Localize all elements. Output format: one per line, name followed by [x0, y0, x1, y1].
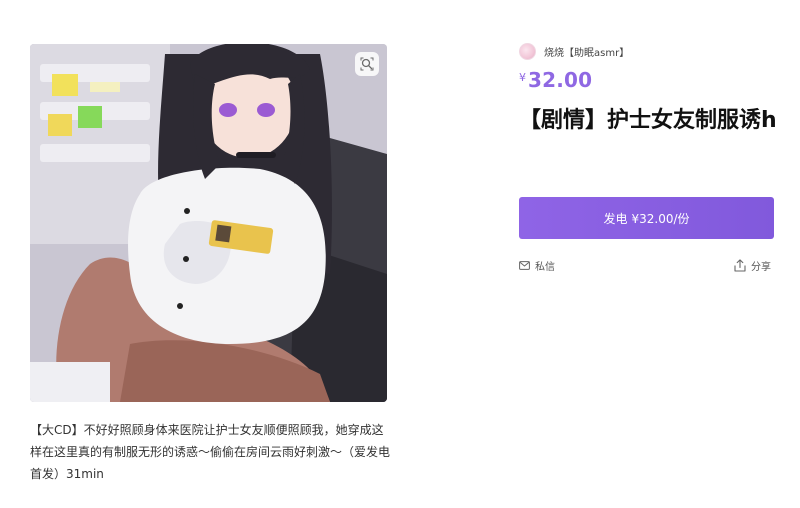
message-label: 私信 — [535, 262, 555, 273]
share-label: 分享 — [751, 262, 771, 273]
sponsor-button[interactable]: 发电 ¥32.00/份 — [519, 197, 774, 239]
product-illustration — [30, 44, 387, 402]
sponsor-label: 发电 — [603, 211, 628, 226]
share-button[interactable]: 分享 — [734, 258, 771, 273]
product-title: 【剧情】护士女友制服诱h — [519, 108, 777, 133]
share-icon — [734, 259, 746, 272]
creator-info[interactable]: 烧烧【助眠asmr】 — [519, 43, 629, 60]
creator-name[interactable]: 烧烧【助眠asmr】 — [544, 44, 629, 59]
avatar[interactable] — [519, 43, 536, 60]
product-page: 【大CD】不好好照顾身体来医院让护士女友顺便照顾我，她穿成这样在这里真的有制服无… — [0, 0, 800, 508]
zoom-button[interactable] — [355, 52, 379, 76]
message-button[interactable]: 私信 — [519, 258, 555, 273]
sponsor-price: ¥32.00/份 — [631, 211, 690, 226]
product-description: 【大CD】不好好照顾身体来医院让护士女友顺便照顾我，她穿成这样在这里真的有制服无… — [30, 423, 391, 481]
mail-icon — [519, 261, 530, 270]
product-price: ¥ 32.00 — [519, 68, 592, 92]
price-currency-symbol: ¥ — [519, 71, 526, 84]
zoom-icon — [360, 57, 374, 71]
price-value: 32.00 — [528, 68, 593, 92]
product-image[interactable] — [30, 44, 387, 402]
